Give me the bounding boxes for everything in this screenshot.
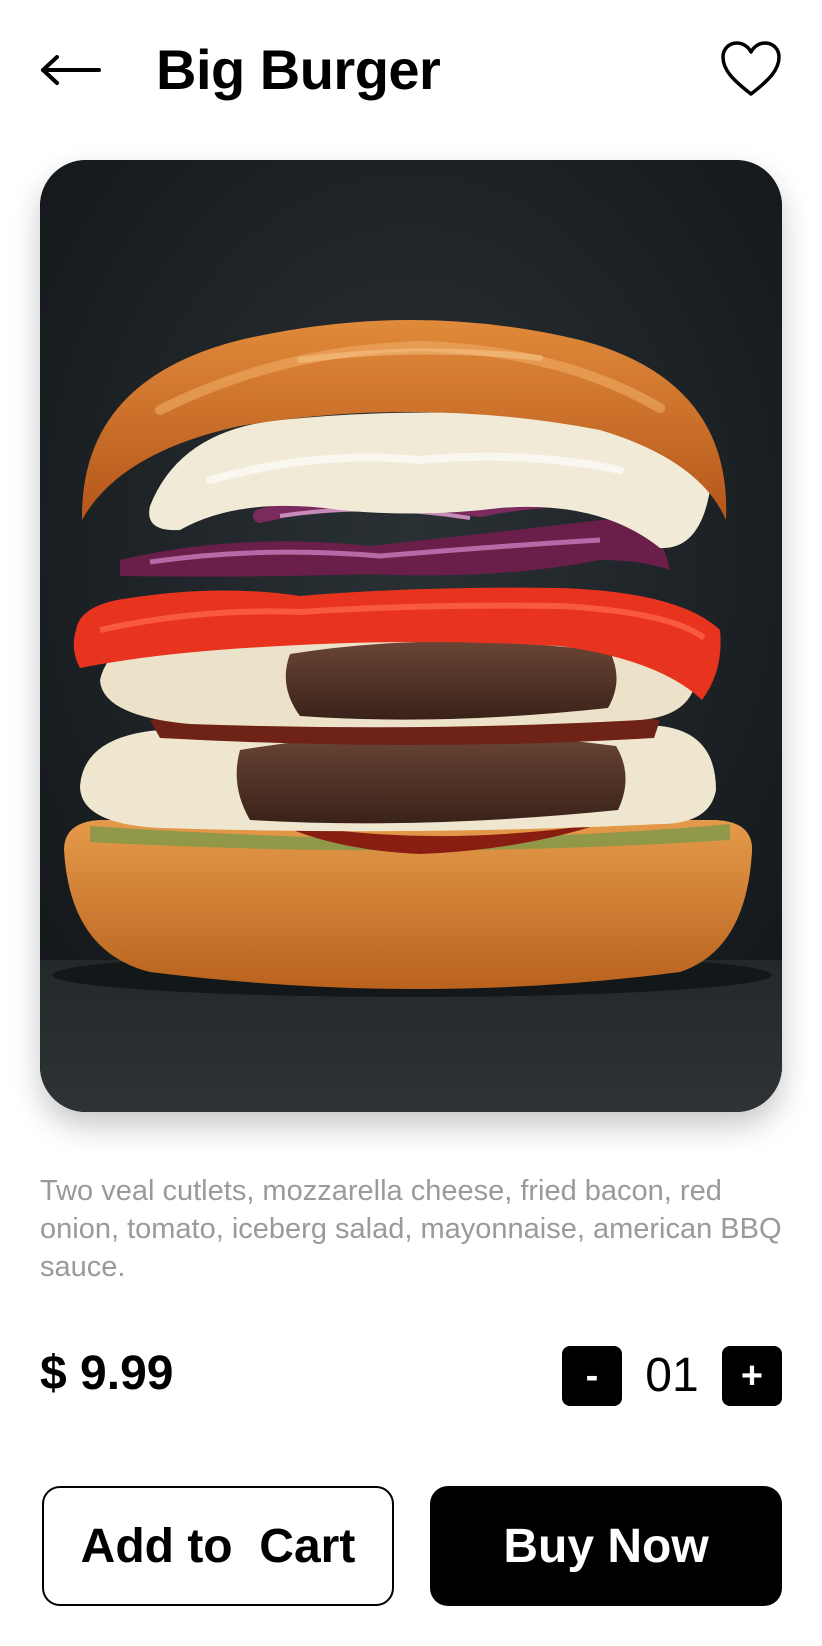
- buy-now-button[interactable]: Buy Now: [430, 1486, 782, 1606]
- burger-illustration: [40, 160, 782, 1112]
- favorite-button[interactable]: [716, 36, 786, 102]
- heart-outline-icon: [721, 41, 781, 96]
- product-image: [40, 160, 782, 1112]
- back-button[interactable]: [36, 40, 104, 100]
- decrease-quantity-button[interactable]: -: [562, 1346, 622, 1406]
- quantity-stepper: - 01 +: [562, 1346, 784, 1406]
- arrow-left-icon: [41, 55, 101, 85]
- increase-quantity-button[interactable]: +: [722, 1346, 782, 1406]
- quantity-value: 01: [645, 1349, 699, 1402]
- add-to-cart-button[interactable]: Add to Cart: [42, 1486, 394, 1606]
- page-title: Big Burger: [156, 38, 441, 101]
- product-description: Two veal cutlets, mozzarella cheese, fri…: [40, 1175, 782, 1283]
- product-price: $ 9.99: [40, 1347, 174, 1400]
- header: Big Burger: [0, 0, 822, 140]
- product-detail-screen: Big Burger Two veal cutlets, mozzarella …: [0, 0, 822, 1646]
